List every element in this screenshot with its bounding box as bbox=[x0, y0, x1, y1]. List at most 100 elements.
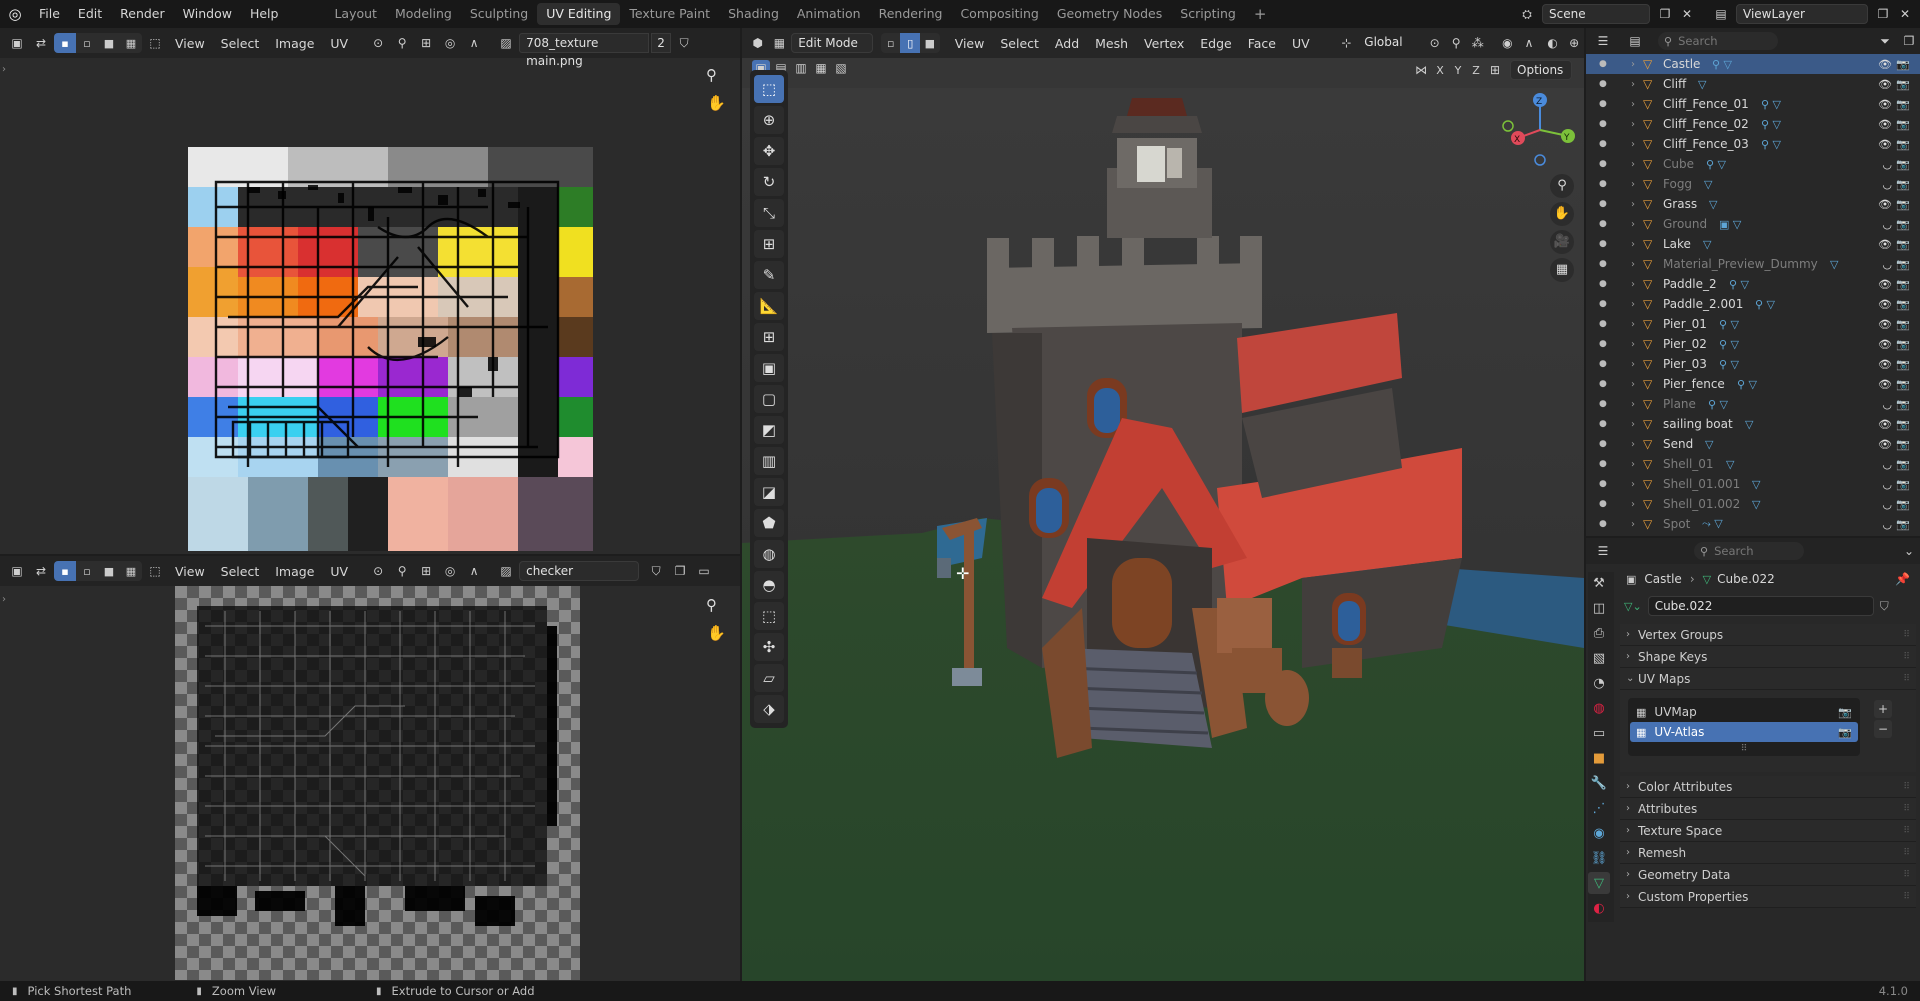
camera-render-icon[interactable]: 📷 bbox=[1896, 98, 1910, 111]
editor-type-icon[interactable]: ▣ bbox=[6, 33, 28, 53]
gizmo-icon[interactable]: ⊕ bbox=[1564, 33, 1584, 53]
falloff-icon[interactable]: ∧ bbox=[463, 33, 485, 53]
image-name-field[interactable]: checker bbox=[519, 561, 640, 581]
expand-arrow-icon[interactable]: › bbox=[1631, 479, 1635, 490]
mesh-datablock-icon[interactable]: ▽⌄ bbox=[1624, 600, 1642, 613]
falloff-icon[interactable]: ∧ bbox=[463, 561, 485, 581]
modifier-icons[interactable]: ▽ bbox=[1705, 438, 1713, 451]
menu-image[interactable]: Image bbox=[268, 564, 321, 579]
bevel-tool[interactable]: ◩ bbox=[754, 416, 784, 444]
fake-user-icon[interactable]: ⛉ bbox=[673, 33, 695, 53]
outliner-item[interactable]: ● › ▽ Material_Preview_Dummy ▽ ◡ 📷 bbox=[1586, 254, 1920, 274]
proportional-icon[interactable]: ◎ bbox=[439, 561, 461, 581]
rotate-tool[interactable]: ↻ bbox=[754, 168, 784, 196]
panel-uv-maps[interactable]: ⌄ UV Maps ⠿ bbox=[1620, 668, 1916, 690]
visibility-dot-icon[interactable]: ● bbox=[1599, 59, 1607, 69]
outliner-item[interactable]: ● › ▽ Lake ▽ 👁 📷 bbox=[1586, 234, 1920, 254]
image-name-field[interactable]: 708_texture main.png bbox=[519, 33, 650, 68]
visibility-dot-icon[interactable]: ● bbox=[1599, 219, 1607, 229]
active-render-camera-icon[interactable]: 📷 bbox=[1838, 726, 1852, 739]
outliner-item[interactable]: ● › ▽ Send ▽ 👁 📷 bbox=[1586, 434, 1920, 454]
camera-render-icon[interactable]: 📷 bbox=[1896, 178, 1910, 191]
mode-icon[interactable]: ▦ bbox=[770, 33, 790, 53]
outliner-item[interactable]: ● › ▽ Paddle_2.001 ⚲ ▽ 👁 📷 bbox=[1586, 294, 1920, 314]
island-mode-icon[interactable]: ▦ bbox=[120, 561, 142, 581]
eye-icon[interactable]: 👁 bbox=[1878, 438, 1892, 451]
snap-icon[interactable]: ⚲ bbox=[391, 33, 413, 53]
modifier-icons[interactable]: ⚲ ▽ bbox=[1706, 158, 1726, 171]
shrink-fatten-tool[interactable]: ✣ bbox=[754, 633, 784, 661]
tab-rendering[interactable]: Rendering bbox=[870, 3, 952, 25]
select-invert-icon[interactable]: ▦ bbox=[812, 60, 830, 76]
expand-arrow-icon[interactable]: › bbox=[1631, 59, 1635, 70]
add-workspace-button[interactable]: + bbox=[1245, 3, 1276, 25]
expand-arrow-icon[interactable]: › bbox=[1631, 259, 1635, 270]
expand-arrow-icon[interactable]: › bbox=[1631, 439, 1635, 450]
panel-grip-icon[interactable]: ⠿ bbox=[1903, 646, 1910, 668]
outliner-editor-icon[interactable]: ☰ bbox=[1592, 31, 1614, 51]
eye-closed-icon[interactable]: ◡ bbox=[1882, 458, 1892, 471]
dropdown-chevron-icon[interactable]: ⌄ bbox=[1898, 541, 1920, 561]
eye-closed-icon[interactable]: ◡ bbox=[1882, 398, 1892, 411]
modifier-icons[interactable]: ⚲ ▽ bbox=[1719, 358, 1739, 371]
tab-layout[interactable]: Layout bbox=[325, 3, 386, 25]
panel-texture-space[interactable]: › Texture Space ⠿ bbox=[1620, 820, 1916, 842]
navigation-gizmo[interactable]: Z Y X bbox=[1500, 90, 1580, 170]
texture-image[interactable] bbox=[188, 147, 593, 551]
expand-arrow-icon[interactable]: › bbox=[1631, 99, 1635, 110]
outliner-item[interactable]: ● › ▽ Pier_02 ⚲ ▽ 👁 📷 bbox=[1586, 334, 1920, 354]
camera-render-icon[interactable]: 📷 bbox=[1896, 418, 1910, 431]
outliner-item[interactable]: ● › ▽ Fogg ▽ ◡ 📷 bbox=[1586, 174, 1920, 194]
pan-hand-icon[interactable]: ✋ bbox=[707, 624, 726, 642]
menu-face[interactable]: Face bbox=[1241, 36, 1283, 51]
scene-tab-icon[interactable]: ◔ bbox=[1588, 672, 1610, 694]
panel-shape-keys[interactable]: › Shape Keys ⠿ bbox=[1620, 646, 1916, 668]
camera-render-icon[interactable]: 📷 bbox=[1896, 158, 1910, 171]
eye-icon[interactable]: 👁 bbox=[1878, 78, 1892, 91]
modifier-icons[interactable]: ⚲ ▽ bbox=[1712, 58, 1732, 71]
visibility-icon[interactable]: ◐ bbox=[1543, 33, 1563, 53]
menu-edge[interactable]: Edge bbox=[1193, 36, 1238, 51]
menu-image[interactable]: Image bbox=[268, 36, 321, 51]
shear-tool[interactable]: ▱ bbox=[754, 664, 784, 692]
visibility-dot-icon[interactable]: ● bbox=[1599, 239, 1607, 249]
properties-editor-icon[interactable]: ☰ bbox=[1592, 541, 1614, 561]
menu-vertex[interactable]: Vertex bbox=[1137, 36, 1191, 51]
fake-user-shield-icon[interactable]: ⛉ bbox=[1880, 599, 1889, 614]
particles-tab-icon[interactable]: ⋰ bbox=[1588, 797, 1610, 819]
menu-window[interactable]: Window bbox=[174, 0, 241, 28]
camera-render-icon[interactable]: 📷 bbox=[1896, 498, 1910, 511]
panel-color-attributes[interactable]: › Color Attributes ⠿ bbox=[1620, 776, 1916, 798]
spin-tool[interactable]: ◍ bbox=[754, 540, 784, 568]
eye-icon[interactable]: 👁 bbox=[1878, 338, 1892, 351]
eye-closed-icon[interactable]: ◡ bbox=[1882, 518, 1892, 531]
eye-icon[interactable]: 👁 bbox=[1878, 58, 1892, 71]
visibility-dot-icon[interactable]: ● bbox=[1599, 199, 1607, 209]
select-subtract-icon[interactable]: ▥ bbox=[792, 60, 810, 76]
island-mode-icon[interactable]: ▦ bbox=[120, 33, 142, 53]
eye-icon[interactable]: 👁 bbox=[1878, 358, 1892, 371]
outliner-item[interactable]: ● › ▽ Spot ⤳ ▽ ◡ 📷 bbox=[1586, 514, 1920, 532]
outliner-item[interactable]: ● › ▽ Pier_03 ⚲ ▽ 👁 📷 bbox=[1586, 354, 1920, 374]
edge-mode-icon[interactable]: ▫ bbox=[76, 33, 98, 53]
edge-mode-icon[interactable]: ▫ bbox=[76, 561, 98, 581]
panel-grip-icon[interactable]: ⠿ bbox=[1903, 668, 1910, 690]
image-browse-icon[interactable]: ▨ bbox=[495, 561, 517, 581]
menu-uv[interactable]: UV bbox=[1285, 36, 1317, 51]
eye-closed-icon[interactable]: ◡ bbox=[1882, 478, 1892, 491]
modifier-icons[interactable]: ⚲ ▽ bbox=[1729, 278, 1749, 291]
edge-slide-tool[interactable]: ⬚ bbox=[754, 602, 784, 630]
uv-map-item[interactable]: ▦ UV-Atlas 📷 bbox=[1630, 722, 1858, 742]
data-tab-icon[interactable]: ▽ bbox=[1588, 872, 1610, 894]
camera-render-icon[interactable]: 📷 bbox=[1896, 478, 1910, 491]
outliner-item[interactable]: ● › ▽ Cliff_Fence_02 ⚲ ▽ 👁 📷 bbox=[1586, 114, 1920, 134]
proportional-icon[interactable]: ◉ bbox=[1498, 33, 1518, 53]
tab-scripting[interactable]: Scripting bbox=[1171, 3, 1245, 25]
expand-arrow-icon[interactable]: › bbox=[1631, 459, 1635, 470]
visibility-dot-icon[interactable]: ● bbox=[1599, 419, 1607, 429]
visibility-dot-icon[interactable]: ● bbox=[1599, 279, 1607, 289]
expand-arrow-icon[interactable]: › bbox=[1631, 379, 1635, 390]
transform-tool[interactable]: ⊞ bbox=[754, 230, 784, 258]
camera-render-icon[interactable]: 📷 bbox=[1896, 438, 1910, 451]
uv-map-item[interactable]: ▦ UVMap 📷 bbox=[1630, 702, 1858, 722]
